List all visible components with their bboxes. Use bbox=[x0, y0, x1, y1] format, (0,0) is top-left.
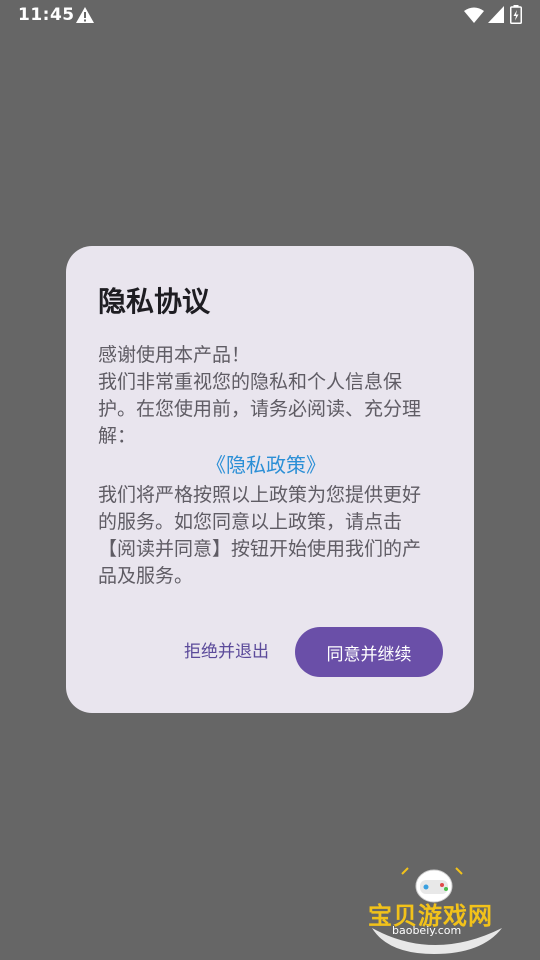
warning-icon bbox=[76, 7, 94, 23]
consent-text: 我们将严格按照以上政策为您提供更好的服务。如您同意以上政策，请点击【阅读并同意】… bbox=[98, 484, 422, 587]
agree-continue-button[interactable]: 同意并继续 bbox=[295, 627, 443, 677]
privacy-policy-link[interactable]: 《隐私政策》 bbox=[98, 450, 434, 480]
signal-icon bbox=[488, 6, 504, 23]
wifi-icon bbox=[464, 7, 484, 23]
site-watermark: 宝贝游戏网 baobeiy.com bbox=[362, 866, 512, 956]
intro-text: 感谢使用本产品！ 我们非常重视您的隐私和个人信息保护。在您使用前，请务必阅读、充… bbox=[98, 344, 422, 447]
battery-icon bbox=[510, 5, 522, 24]
watermark-url: baobeiy.com bbox=[392, 924, 462, 937]
reject-exit-button[interactable]: 拒绝并退出 bbox=[176, 628, 277, 676]
status-bar: 11:45 bbox=[0, 0, 540, 32]
dialog-body: 感谢使用本产品！ 我们非常重视您的隐私和个人信息保护。在您使用前，请务必阅读、充… bbox=[98, 342, 434, 590]
dialog-title: 隐私协议 bbox=[98, 285, 211, 318]
status-time: 11:45 bbox=[18, 5, 75, 25]
privacy-dialog: 隐私协议 感谢使用本产品！ 我们非常重视您的隐私和个人信息保护。在您使用前，请务… bbox=[66, 246, 474, 713]
